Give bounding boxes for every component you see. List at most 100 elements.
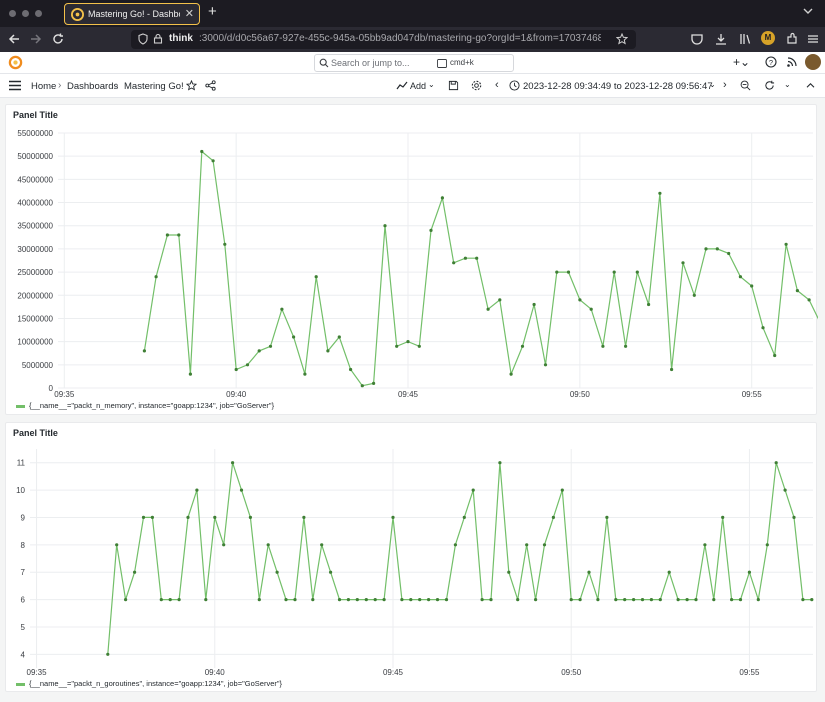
data-point[interactable] [124, 598, 128, 602]
data-point[interactable] [200, 149, 204, 154]
data-point[interactable] [623, 598, 627, 602]
data-point[interactable] [596, 598, 600, 602]
data-point[interactable] [520, 344, 525, 348]
data-point[interactable] [418, 598, 422, 602]
data-point[interactable] [704, 247, 708, 251]
data-point[interactable] [635, 270, 639, 274]
data-point[interactable] [337, 335, 341, 339]
data-point[interactable] [168, 598, 172, 602]
data-point[interactable] [293, 598, 297, 602]
data-point[interactable] [280, 307, 284, 311]
data-point[interactable] [133, 570, 137, 574]
data-point[interactable] [213, 515, 217, 519]
downloads-icon[interactable] [714, 32, 728, 46]
data-point[interactable] [761, 326, 765, 330]
chart-legend[interactable]: {__name__="packt_n_goroutines", instance… [16, 679, 282, 688]
data-point[interactable] [667, 570, 671, 574]
data-point[interactable] [784, 242, 788, 246]
data-point[interactable] [801, 598, 805, 602]
data-point[interactable] [223, 242, 227, 246]
data-point[interactable] [738, 275, 743, 279]
data-point[interactable] [614, 598, 618, 602]
panel-goroutines[interactable]: Panel Title 4 5 6 7 8 9 10 11 09:35 09:40 09:45 09:… [5, 422, 817, 692]
add-button[interactable]: Add [410, 81, 426, 91]
data-point[interactable] [480, 598, 484, 602]
data-point[interactable] [463, 256, 467, 260]
share-icon[interactable] [205, 80, 216, 91]
data-point[interactable] [372, 381, 376, 385]
clock-icon[interactable] [509, 80, 520, 91]
data-point[interactable] [721, 515, 725, 519]
window-minimize-dot[interactable] [22, 10, 29, 17]
settings-gear-icon[interactable] [471, 80, 482, 91]
data-point[interactable] [578, 298, 582, 302]
data-point[interactable] [400, 598, 404, 602]
data-point[interactable] [440, 196, 444, 200]
help-icon[interactable]: ? [765, 56, 777, 68]
address-bar[interactable]: think :3000/d/d0c56a67-927e-455c-945a-05… [131, 30, 636, 49]
data-point[interactable] [712, 598, 716, 602]
window-maximize-dot[interactable] [35, 10, 42, 17]
data-point[interactable] [569, 598, 573, 602]
data-point[interactable] [284, 598, 288, 602]
data-point[interactable] [406, 340, 410, 344]
time-shift-forward-icon[interactable]: › [723, 79, 727, 91]
pocket-icon[interactable] [690, 32, 704, 46]
data-point[interactable] [177, 233, 181, 237]
data-point[interactable] [692, 293, 696, 297]
time-range-chevron-down-icon[interactable]: ⌄ [709, 80, 716, 89]
profile-avatar[interactable]: M [761, 31, 775, 45]
data-point[interactable] [409, 598, 413, 602]
shield-icon[interactable] [137, 33, 149, 45]
data-point[interactable] [355, 598, 359, 602]
data-point[interactable] [792, 515, 796, 519]
library-icon[interactable] [738, 32, 752, 46]
data-point[interactable] [532, 302, 536, 307]
data-point[interactable] [303, 372, 307, 376]
data-point[interactable] [810, 598, 814, 602]
data-point[interactable] [703, 543, 707, 547]
data-point[interactable] [640, 598, 645, 602]
data-point[interactable] [248, 515, 252, 519]
new-tab-icon[interactable]: + [208, 3, 217, 20]
data-point[interactable] [601, 344, 605, 348]
data-point[interactable] [154, 275, 158, 279]
extensions-icon[interactable] [785, 32, 799, 46]
window-close-dot[interactable] [9, 10, 16, 17]
data-point[interactable] [773, 353, 777, 358]
data-point[interactable] [186, 515, 190, 519]
data-point[interactable] [676, 598, 680, 602]
data-point[interactable] [589, 307, 593, 311]
reload-icon[interactable] [51, 32, 65, 46]
data-point[interactable] [349, 367, 353, 372]
data-point[interactable] [649, 598, 654, 602]
data-point[interactable] [245, 363, 250, 367]
data-point[interactable] [257, 349, 261, 353]
data-point[interactable] [453, 543, 457, 547]
back-arrow-icon[interactable] [7, 32, 21, 46]
data-point[interactable] [795, 289, 800, 293]
data-point[interactable] [429, 228, 433, 232]
chart-legend[interactable]: {__name__="packt_n_memory", instance="go… [16, 401, 274, 410]
data-point[interactable] [730, 598, 734, 602]
data-point[interactable] [578, 598, 582, 602]
data-point[interactable] [750, 284, 754, 288]
data-point[interactable] [165, 233, 169, 237]
tab-close-icon[interactable]: ✕ [185, 7, 194, 20]
data-point[interactable] [498, 298, 502, 302]
data-point[interactable] [807, 298, 811, 302]
data-point[interactable] [507, 570, 511, 574]
data-point[interactable] [462, 515, 466, 519]
data-point[interactable] [765, 543, 769, 547]
favorite-star-icon[interactable] [186, 80, 197, 91]
data-point[interactable] [150, 515, 154, 519]
data-point[interactable] [266, 543, 270, 547]
data-point[interactable] [587, 570, 591, 574]
data-point[interactable] [632, 598, 636, 602]
data-point[interactable] [727, 251, 731, 256]
data-point[interactable] [364, 598, 368, 602]
data-point[interactable] [346, 598, 350, 602]
data-point[interactable] [383, 224, 387, 228]
data-point[interactable] [141, 515, 146, 519]
data-point[interactable] [612, 270, 616, 274]
